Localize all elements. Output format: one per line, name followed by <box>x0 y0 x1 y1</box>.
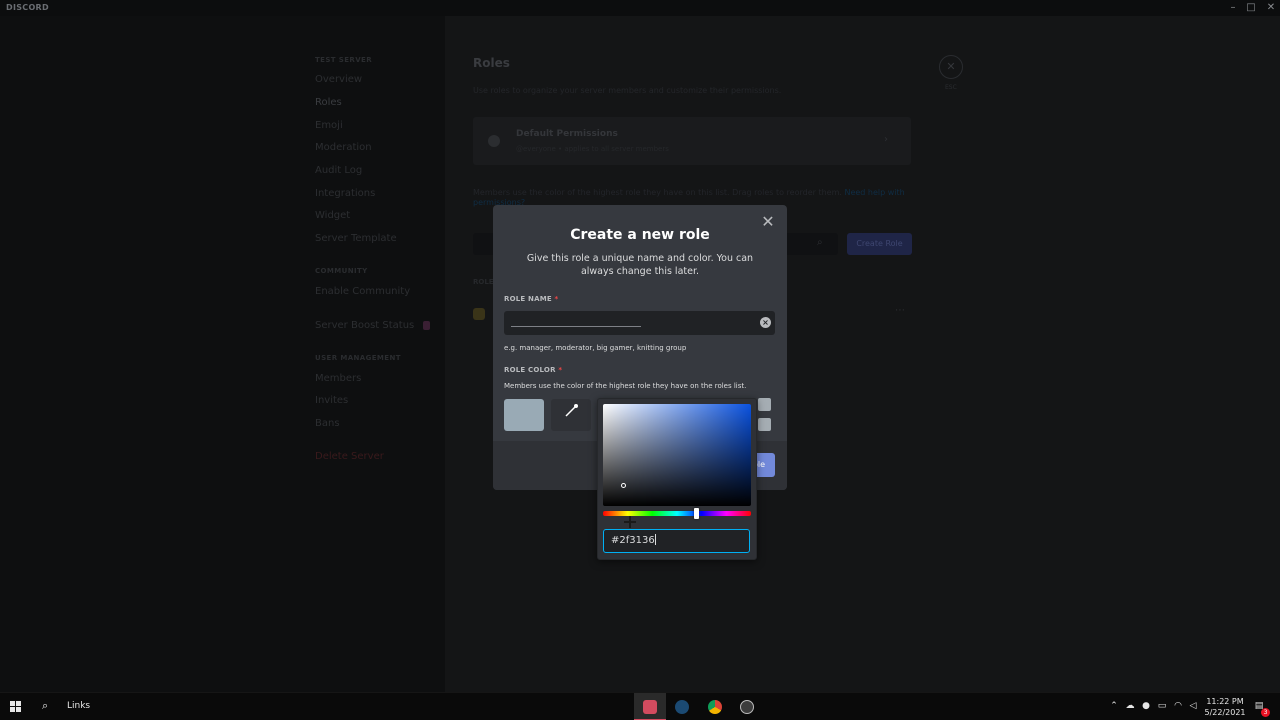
custom-color-swatch[interactable] <box>551 399 591 431</box>
boost-gem-icon <box>423 321 430 330</box>
sidebar-item-overview[interactable]: Overview <box>315 74 362 85</box>
sidebar-community-header: COMMUNITY <box>315 267 368 275</box>
page-subtitle: Use roles to organize your server member… <box>473 86 782 95</box>
required-mark: * <box>554 295 559 303</box>
sidebar-server-header: TEST SERVER <box>315 56 373 64</box>
sidebar-item-integrations[interactable]: Integrations <box>315 188 375 199</box>
clear-input-icon[interactable]: × <box>760 317 771 328</box>
windows-taskbar: ⌕ Links ⌃ ☁ ● ▭ ◠ ◁ 11:22 PM 5/22/2021 ▤… <box>0 692 1280 720</box>
role-name-label-text: ROLE NAME <box>504 295 552 303</box>
sidebar-item-boost-status[interactable]: Server Boost Status <box>315 320 414 331</box>
microphone-icon[interactable]: ● <box>1141 701 1151 711</box>
sidebar-item-enable-community[interactable]: Enable Community <box>315 286 410 297</box>
hex-color-value: #2f3136 <box>611 535 655 546</box>
maximize-button[interactable]: □ <box>1243 1 1259 15</box>
steam-icon <box>675 700 689 714</box>
text-caret <box>654 534 656 545</box>
required-mark: * <box>558 366 563 374</box>
eyedropper-icon <box>565 404 578 417</box>
create-role-button[interactable]: Create Role <box>847 233 912 255</box>
sidebar-item-moderation[interactable]: Moderation <box>315 142 372 153</box>
obs-icon <box>740 700 754 714</box>
chevron-right-icon: › <box>884 134 888 145</box>
app-name: DISCORD <box>6 3 49 12</box>
default-permissions-card[interactable] <box>473 117 911 165</box>
clock-date: 5/22/2021 <box>1204 708 1246 717</box>
settings-close-icon[interactable]: ✕ <box>939 55 963 79</box>
role-name-label: ROLE NAME * <box>504 295 558 303</box>
close-window-button[interactable]: ✕ <box>1263 1 1279 15</box>
role-name-hint: e.g. manager, moderator, big gamer, knit… <box>504 344 687 352</box>
preset-color-swatch[interactable] <box>758 398 771 411</box>
role-name-input[interactable]: × <box>504 311 775 335</box>
color-picker-popout: #2f3136 <box>597 398 757 560</box>
more-options-icon[interactable]: ⋯ <box>895 305 905 316</box>
search-icon[interactable]: ⌕ <box>42 699 48 713</box>
saturation-handle[interactable] <box>621 483 626 488</box>
default-permissions-subtitle: @everyone • applies to all server member… <box>516 145 669 153</box>
volume-icon[interactable]: ◁ <box>1188 701 1198 711</box>
role-color-label-text: ROLE COLOR <box>504 366 556 374</box>
sidebar-item-delete-server[interactable]: Delete Server <box>315 451 384 462</box>
chevron-up-icon[interactable]: ⌃ <box>1109 701 1119 711</box>
sidebar-item-server-template[interactable]: Server Template <box>315 233 397 244</box>
input-text-placeholder-line <box>511 326 641 327</box>
taskbar-chrome-app[interactable] <box>699 693 731 720</box>
wifi-icon[interactable]: ◠ <box>1173 701 1183 711</box>
page-title: Roles <box>473 56 510 70</box>
taskbar-steam-app[interactable] <box>666 693 698 720</box>
default-color-swatch[interactable] <box>504 399 544 431</box>
hex-color-input[interactable]: #2f3136 <box>603 529 750 553</box>
default-permissions-title: Default Permissions <box>516 129 618 139</box>
taskbar-search-label[interactable]: Links <box>67 701 90 711</box>
role-color-description: Members use the color of the highest rol… <box>504 382 747 390</box>
taskbar-obs-app[interactable] <box>731 693 763 720</box>
minimize-button[interactable]: – <box>1225 1 1241 15</box>
sidebar-item-widget[interactable]: Widget <box>315 210 350 221</box>
members-note-text: Members use the color of the highest rol… <box>473 188 842 197</box>
hue-slider-handle[interactable] <box>694 508 699 519</box>
preset-color-swatch[interactable] <box>758 418 771 431</box>
modal-title: Create a new role <box>570 227 710 243</box>
search-icon: ⌕ <box>817 237 823 248</box>
taskbar-clock[interactable]: 11:22 PM 5/22/2021 <box>1203 696 1247 718</box>
saturation-picker[interactable] <box>603 404 751 506</box>
chrome-icon <box>708 700 722 714</box>
window-titlebar: DISCORD – □ ✕ <box>0 0 1280 16</box>
sidebar-item-invites[interactable]: Invites <box>315 395 348 406</box>
notification-count-badge: 3 <box>1261 708 1270 717</box>
shield-icon <box>473 308 485 320</box>
role-color-label: ROLE COLOR * <box>504 366 562 374</box>
sidebar-item-members[interactable]: Members <box>315 373 361 384</box>
sidebar-item-emoji[interactable]: Emoji <box>315 120 343 131</box>
discord-icon <box>643 700 657 714</box>
members-icon <box>488 135 500 147</box>
sidebar-item-bans[interactable]: Bans <box>315 418 340 429</box>
cloud-icon[interactable]: ☁ <box>1125 701 1135 711</box>
sidebar-user-mgmt-header: USER MANAGEMENT <box>315 354 401 362</box>
windows-start-icon[interactable] <box>10 701 22 713</box>
sidebar-item-audit-log[interactable]: Audit Log <box>315 165 362 176</box>
battery-icon[interactable]: ▭ <box>1157 701 1167 711</box>
taskbar-discord-app[interactable] <box>634 693 666 720</box>
sidebar-item-roles[interactable]: Roles <box>315 97 342 108</box>
esc-label: ESC <box>945 84 957 91</box>
desktop: DISCORD – □ ✕ TEST SERVER Overview Roles… <box>0 0 1280 720</box>
clock-time: 11:22 PM <box>1206 697 1244 706</box>
mouse-cursor-icon <box>624 516 636 528</box>
modal-subtitle: Give this role a unique name and color. … <box>526 253 754 277</box>
